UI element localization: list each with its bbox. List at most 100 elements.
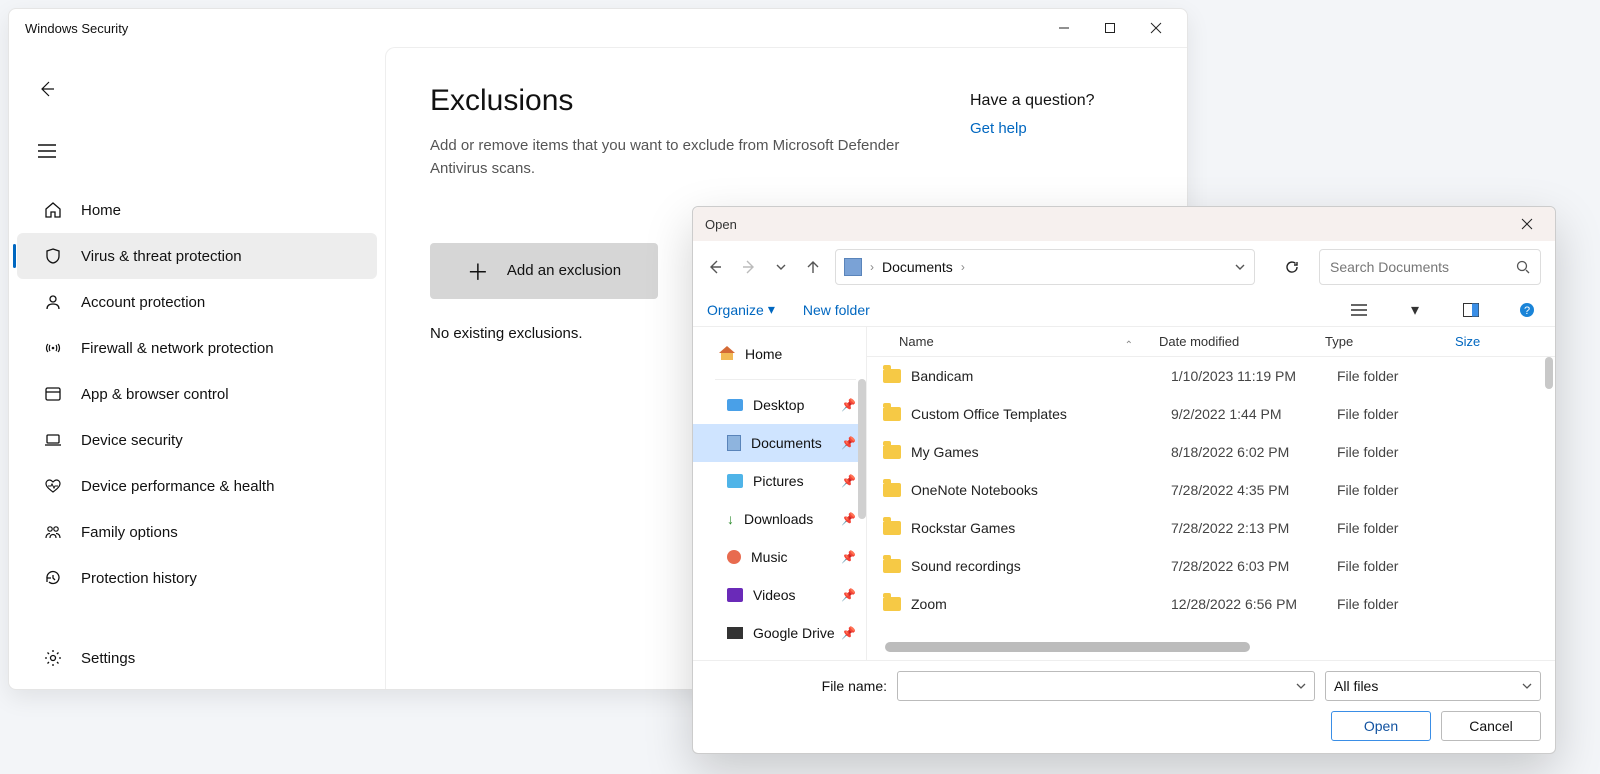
nav-device-security[interactable]: Device security [17,417,377,463]
nav-label: Account protection [81,294,205,311]
open-button[interactable]: Open [1331,711,1431,741]
nav-settings[interactable]: Settings [17,635,377,681]
file-name: Rockstar Games [911,520,1171,536]
nav-family-options[interactable]: Family options [17,509,377,555]
nav-forward-button[interactable] [741,259,757,275]
address-bar[interactable]: › Documents › [835,249,1255,285]
sort-asc-icon: ⌃ [1125,340,1133,351]
horizontal-scrollbar[interactable] [885,642,1537,656]
nav-label: Device performance & health [81,478,274,495]
nav-recent-button[interactable] [775,261,787,273]
file-row[interactable]: OneNote Notebooks7/28/2022 4:35 PMFile f… [867,471,1555,509]
nav-firewall[interactable]: Firewall & network protection [17,325,377,371]
nav-app-browser[interactable]: App & browser control [17,371,377,417]
tree-scrollbar[interactable] [858,379,866,519]
maximize-button[interactable] [1087,12,1133,44]
nav-tree: Home Desktop 📌 Documents 📌 Pictures 📌 ↓ … [693,327,867,660]
tree-desktop[interactable]: Desktop 📌 [693,386,866,424]
tree-label: Documents [751,435,822,451]
file-row[interactable]: My Games8/18/2022 6:02 PMFile folder [867,433,1555,471]
file-name-row: File name: All files [707,671,1541,701]
search-placeholder: Search Documents [1330,259,1508,275]
home-icon [43,200,63,220]
folder-icon [883,483,901,497]
file-row[interactable]: Bandicam1/10/2023 11:19 PMFile folder [867,357,1555,395]
tree-documents[interactable]: Documents 📌 [693,424,866,462]
nav-up-button[interactable] [805,259,821,275]
file-type: File folder [1337,520,1467,536]
minimize-button[interactable] [1041,12,1087,44]
tree-videos[interactable]: Videos 📌 [693,576,866,614]
vertical-scrollbar[interactable] [1545,357,1553,389]
chevron-right-icon: › [961,260,965,274]
documents-icon [727,435,741,451]
preview-pane-button[interactable] [1457,297,1485,323]
tree-label: Videos [753,587,796,603]
plus-icon: ＋ [467,255,489,287]
tree-home[interactable]: Home [693,335,866,373]
nav-label: Device security [81,432,183,449]
tree-downloads[interactable]: ↓ Downloads 📌 [693,500,866,538]
refresh-button[interactable] [1275,249,1309,285]
pin-icon: 📌 [841,474,856,488]
file-name: My Games [911,444,1171,460]
file-row[interactable]: Sound recordings7/28/2022 6:03 PMFile fo… [867,547,1555,585]
file-row[interactable]: Zoom12/28/2022 6:56 PMFile folder [867,585,1555,623]
open-titlebar: Open [693,207,1555,241]
col-size-header[interactable]: Size [1455,334,1555,349]
desktop-icon [727,399,743,411]
cancel-button[interactable]: Cancel [1441,711,1541,741]
file-filter-select[interactable]: All files [1325,671,1541,701]
search-input[interactable]: Search Documents [1319,249,1541,285]
folder-icon [883,445,901,459]
address-dropdown[interactable] [1234,261,1246,273]
maximize-icon [1104,22,1116,34]
tree-pictures[interactable]: Pictures 📌 [693,462,866,500]
nav-protection-history[interactable]: Protection history [17,555,377,601]
organize-menu[interactable]: Organize ▾ [707,301,775,318]
gear-icon [43,648,63,668]
add-exclusion-button[interactable]: ＋ Add an exclusion [430,243,658,299]
list-rows: Bandicam1/10/2023 11:19 PMFile folderCus… [867,357,1555,638]
col-type-header[interactable]: Type [1325,334,1455,349]
nav-account-protection[interactable]: Account protection [17,279,377,325]
tree-music[interactable]: Music 📌 [693,538,866,576]
address-label: Documents [882,259,953,275]
file-name-input[interactable] [897,671,1315,701]
col-date-header[interactable]: Date modified [1159,334,1325,349]
col-name-header[interactable]: Name ⌃ [867,334,1159,349]
home-icon [719,346,735,362]
tree-label: Home [745,346,782,362]
view-list-button[interactable] [1345,297,1373,323]
close-button[interactable] [1133,12,1179,44]
tree-label: Desktop [753,397,804,413]
back-button[interactable] [25,67,69,111]
tree-label: Downloads [744,511,813,527]
nav-device-performance[interactable]: Device performance & health [17,463,377,509]
folder-icon [883,559,901,573]
chevron-right-icon: › [870,260,874,274]
file-date: 7/28/2022 2:13 PM [1171,520,1337,536]
hamburger-button[interactable] [25,129,69,173]
nav-back-button[interactable] [707,259,723,275]
open-btn-row: Open Cancel [707,711,1541,741]
tree-label: Pictures [753,473,804,489]
help-button[interactable]: ? [1513,297,1541,323]
nav-label: Firewall & network protection [81,340,274,357]
nav-home[interactable]: Home [17,187,377,233]
page-desc: Add or remove items that you want to exc… [430,134,910,181]
file-row[interactable]: Custom Office Templates9/2/2022 1:44 PMF… [867,395,1555,433]
chevron-down-icon [1522,681,1532,691]
file-row[interactable]: Rockstar Games7/28/2022 2:13 PMFile fold… [867,509,1555,547]
videos-icon [727,588,743,602]
pin-icon: 📌 [841,436,856,450]
sec-nav: Home Virus & threat protection Account p… [9,187,385,601]
nav-virus-threat[interactable]: Virus & threat protection [17,233,377,279]
view-dropdown-button[interactable]: ▾ [1401,297,1429,323]
tree-google-drive[interactable]: Google Drive 📌 [693,614,866,652]
new-folder-button[interactable]: New folder [803,302,870,318]
get-help-link[interactable]: Get help [970,120,1095,137]
open-close-button[interactable] [1505,210,1549,238]
file-type: File folder [1337,596,1467,612]
nav-label: Settings [81,650,135,667]
